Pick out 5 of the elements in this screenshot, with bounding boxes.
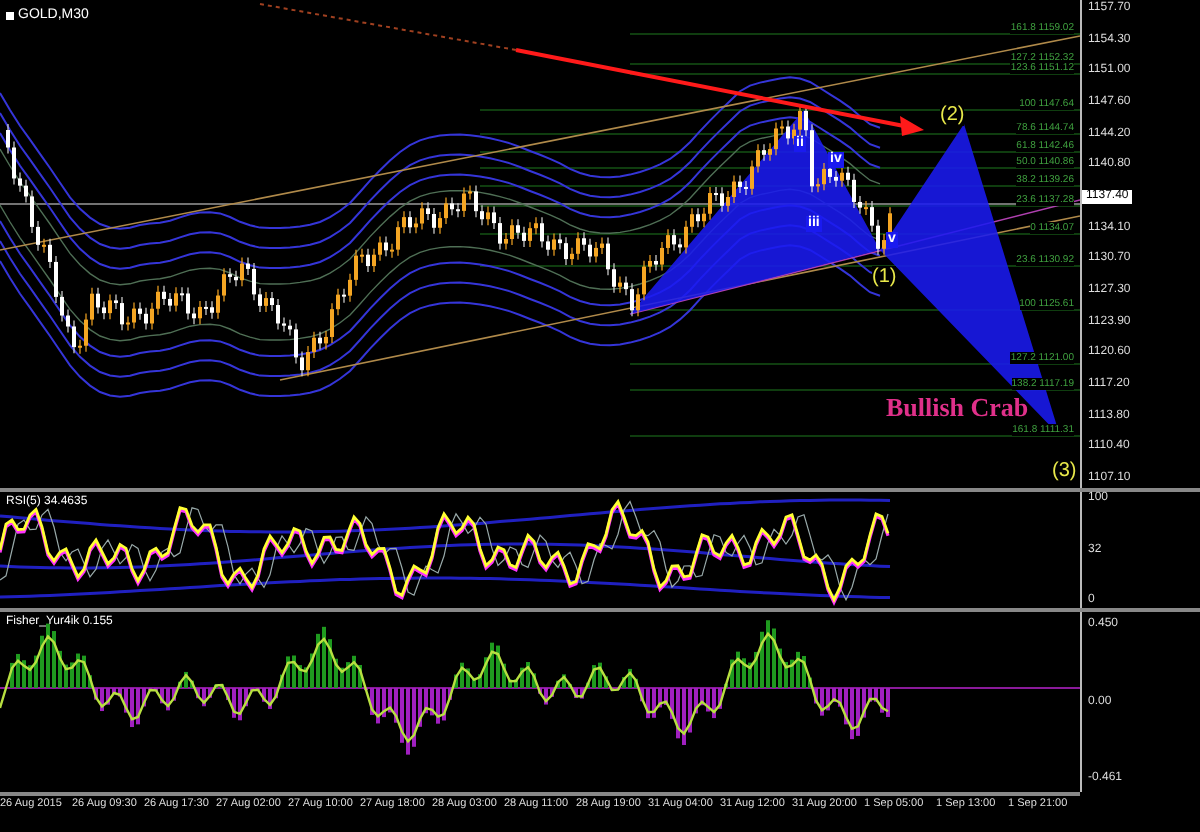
pattern-point-label: (2)	[940, 104, 965, 126]
pattern-point-label: (3)	[1052, 460, 1077, 482]
pattern-point-label: (1)	[872, 266, 897, 288]
pattern-name: Bullish Crab	[886, 392, 1029, 422]
chart-symbol-icon	[6, 12, 14, 21]
